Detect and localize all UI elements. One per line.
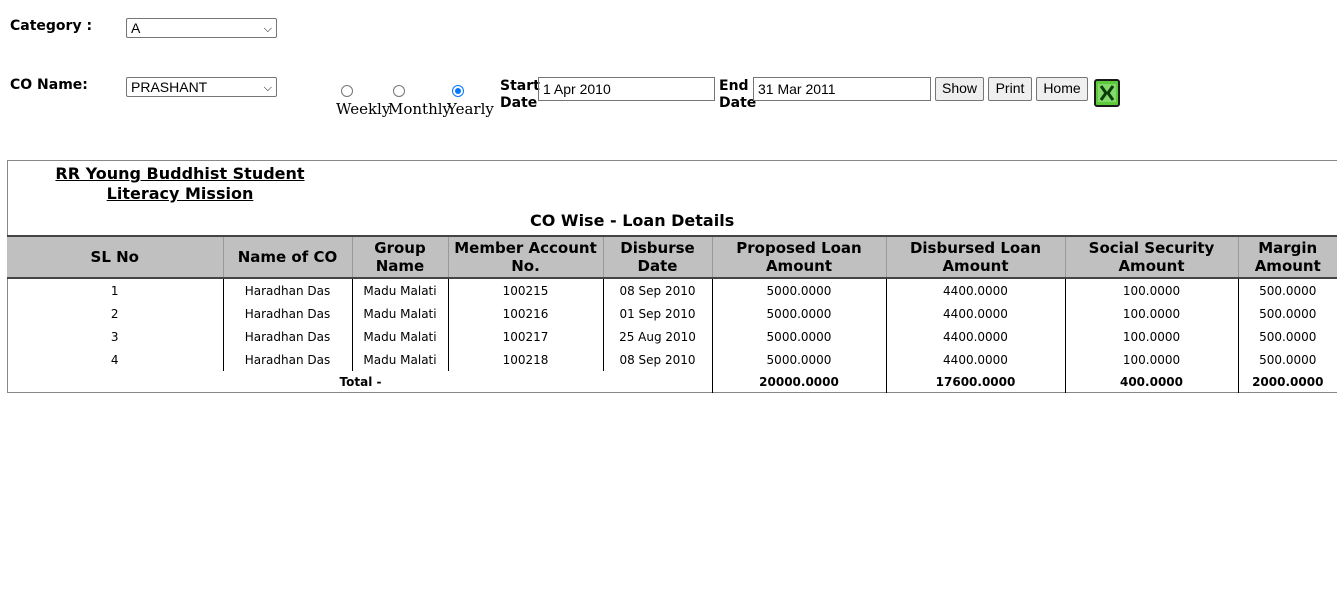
cell-sl-no: 4	[110, 352, 119, 367]
radio-monthly-label: Monthly	[388, 100, 452, 118]
radio-yearly-label: Yearly	[447, 100, 494, 118]
co-name-select[interactable]: PRASHANT ⌵	[126, 77, 277, 97]
col-sl-no: SL No	[7, 235, 223, 279]
cell-group-name: Madu Malati	[351, 278, 448, 302]
co-name-select-value: PRASHANT	[131, 79, 208, 95]
start-date-label: Start Date	[500, 78, 540, 112]
cell-co-name: Haradhan Das	[222, 348, 352, 371]
end-date-input[interactable]: 31 Mar 2011	[753, 77, 931, 101]
col-member-account: Member Account No.	[447, 235, 603, 279]
radio-monthly[interactable]	[393, 85, 405, 97]
cell-social-security: 100.0000	[1064, 302, 1238, 325]
co-name-label: CO Name:	[10, 77, 88, 93]
cell-disburse-date: 08 Sep 2010	[602, 278, 712, 302]
cell-disbursed-loan: 4400.0000	[885, 348, 1065, 371]
cell-margin-amount: 500.0000	[1237, 302, 1337, 325]
start-date-label-line2: Date	[500, 95, 538, 111]
cell-disburse-date: 01 Sep 2010	[602, 302, 712, 325]
start-date-label-line1: Start	[500, 78, 540, 94]
end-date-label-line1: End	[719, 78, 749, 94]
cell-co-name: Haradhan Das	[222, 325, 352, 348]
cell-account-no: 100218	[447, 348, 603, 371]
loan-details-table: SL No Name of CO Group Name Member Accou…	[7, 235, 1337, 393]
cell-disburse-date: 25 Aug 2010	[602, 325, 712, 348]
radio-yearly[interactable]	[452, 85, 464, 97]
end-date-label: End Date	[719, 78, 756, 112]
cell-social-security: 100.0000	[1064, 348, 1238, 371]
radio-weekly[interactable]	[341, 85, 353, 97]
cell-proposed-loan: 5000.0000	[711, 348, 886, 371]
excel-icon	[1098, 84, 1116, 102]
cell-account-no: 100215	[447, 278, 603, 302]
excel-export-button[interactable]	[1094, 79, 1120, 107]
show-button[interactable]: Show	[935, 77, 984, 101]
total-proposed-loan: 20000.0000	[711, 371, 886, 393]
cell-proposed-loan: 5000.0000	[711, 278, 886, 302]
chevron-down-icon: ⌵	[263, 23, 272, 35]
cell-margin-amount: 500.0000	[1237, 325, 1337, 348]
total-label: Total -	[339, 375, 382, 389]
category-label: Category :	[10, 18, 93, 34]
col-disburse-date: Disburse Date	[602, 235, 712, 279]
cell-sl-no: 1	[110, 283, 119, 298]
cell-co-name: Haradhan Das	[222, 302, 352, 325]
table-header-row: SL No Name of CO Group Name Member Accou…	[7, 235, 1337, 279]
chevron-down-icon: ⌵	[263, 82, 272, 94]
cell-co-name: Haradhan Das	[222, 278, 352, 302]
col-disbursed-loan: Disbursed Loan Amount	[885, 235, 1065, 279]
cell-group-name: Madu Malati	[351, 348, 448, 371]
radio-weekly-label: Weekly	[336, 100, 391, 118]
col-margin-amount: Margin Amount	[1237, 235, 1337, 279]
category-select[interactable]: A ⌵	[126, 18, 277, 38]
col-proposed-loan: Proposed Loan Amount	[711, 235, 886, 279]
cell-group-name: Madu Malati	[351, 325, 448, 348]
end-date-label-line2: Date	[719, 95, 757, 111]
cell-sl-no: 3	[110, 329, 119, 344]
table-total-row: Total - 20000.0000 17600.0000 400.0000 2…	[7, 371, 1337, 393]
total-margin-amount: 2000.0000	[1237, 371, 1337, 393]
cell-account-no: 100216	[447, 302, 603, 325]
cell-margin-amount: 500.0000	[1237, 278, 1337, 302]
col-group-name: Group Name	[351, 235, 448, 279]
total-disbursed-loan: 17600.0000	[885, 371, 1065, 393]
print-button[interactable]: Print	[988, 77, 1032, 101]
home-button[interactable]: Home	[1036, 77, 1088, 101]
cell-social-security: 100.0000	[1064, 325, 1238, 348]
cell-disbursed-loan: 4400.0000	[885, 325, 1065, 348]
table-row: 2 Haradhan Das Madu Malati 100216 01 Sep…	[7, 302, 1337, 325]
cell-account-no: 100217	[447, 325, 603, 348]
start-date-input[interactable]: 1 Apr 2010	[538, 77, 715, 101]
col-social-security: Social Security Amount	[1064, 235, 1238, 279]
total-social-security: 400.0000	[1064, 371, 1238, 393]
cell-sl-no: 2	[110, 306, 119, 321]
table-row: 3 Haradhan Das Madu Malati 100217 25 Aug…	[7, 325, 1337, 348]
table-row: 4 Haradhan Das Madu Malati 100218 08 Sep…	[7, 348, 1337, 371]
report-title: CO Wise - Loan Details	[530, 211, 735, 230]
cell-disbursed-loan: 4400.0000	[885, 278, 1065, 302]
cell-disburse-date: 08 Sep 2010	[602, 348, 712, 371]
cell-proposed-loan: 5000.0000	[711, 325, 886, 348]
col-name-of-co: Name of CO	[222, 235, 352, 279]
cell-social-security: 100.0000	[1064, 278, 1238, 302]
category-select-value: A	[131, 20, 141, 36]
cell-disbursed-loan: 4400.0000	[885, 302, 1065, 325]
cell-group-name: Madu Malati	[351, 302, 448, 325]
cell-margin-amount: 500.0000	[1237, 348, 1337, 371]
organization-name: RR Young Buddhist Student Literacy Missi…	[55, 164, 305, 203]
table-row: 1 Haradhan Das Madu Malati 100215 08 Sep…	[7, 278, 1337, 302]
cell-proposed-loan: 5000.0000	[711, 302, 886, 325]
